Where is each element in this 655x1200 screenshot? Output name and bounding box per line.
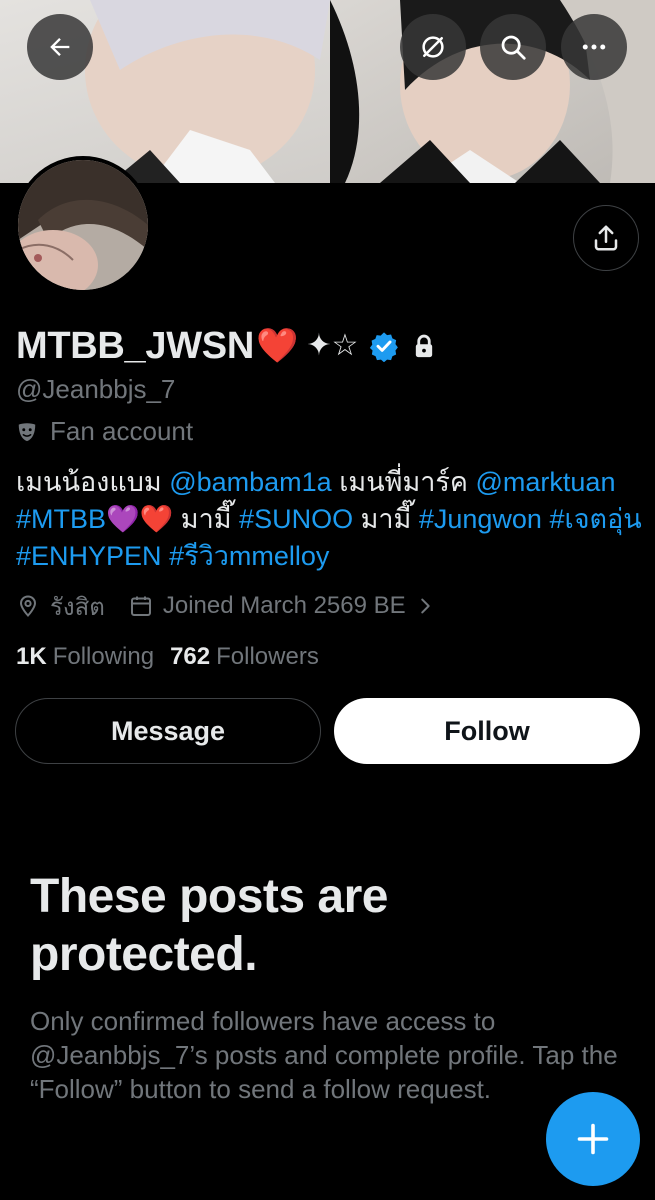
hashtag-link[interactable]: #รีวิวmmelloy bbox=[169, 541, 329, 571]
joined-label: Joined March 2569 BE bbox=[162, 592, 406, 619]
category-label: Fan account bbox=[50, 416, 194, 446]
purple-heart-emoji: 💜 bbox=[106, 504, 140, 534]
search-button[interactable] bbox=[480, 14, 546, 80]
back-button[interactable] bbox=[27, 14, 93, 80]
display-name-row: MTBB_JWSN ❤️ ✦☆ bbox=[16, 322, 438, 370]
message-button[interactable]: Message bbox=[15, 698, 321, 764]
following-count: 1K bbox=[16, 643, 47, 670]
profile-meta: รังสิต Joined March 2569 BE bbox=[16, 588, 436, 624]
hashtag-link[interactable]: #SUNOO bbox=[239, 504, 353, 534]
bio-text: เมนพี่มาร์ค bbox=[331, 467, 476, 497]
lock-icon bbox=[410, 332, 438, 360]
profile-handle: @Jeanbbjs_7 bbox=[16, 374, 176, 404]
red-heart-emoji: ❤️ bbox=[139, 504, 174, 534]
name-symbols: ✦☆ bbox=[306, 329, 359, 362]
avatar[interactable] bbox=[14, 156, 152, 294]
back-arrow-icon bbox=[50, 38, 70, 56]
name-heart-emoji: ❤️ bbox=[255, 327, 299, 365]
mask-icon bbox=[16, 421, 38, 443]
profile-bio: เมนน้องแบม @bambam1a เมนพี่มาร์ค @marktu… bbox=[16, 464, 644, 575]
mention-link[interactable]: @marktuan bbox=[476, 467, 616, 497]
avatar-image bbox=[18, 160, 148, 290]
following-stat[interactable]: 1K Following bbox=[16, 643, 154, 671]
grok-icon bbox=[422, 36, 444, 58]
profile-category: Fan account bbox=[16, 416, 193, 447]
mention-link[interactable]: @bambam1a bbox=[169, 467, 332, 497]
share-icon bbox=[594, 225, 618, 251]
bio-space bbox=[162, 541, 170, 571]
calendar-icon bbox=[130, 596, 151, 616]
hashtag-link[interactable]: #ENHYPEN bbox=[16, 541, 162, 571]
verified-badge-icon[interactable] bbox=[368, 330, 400, 362]
more-icon bbox=[582, 44, 606, 50]
protected-description: Only confirmed followers have access to … bbox=[30, 1006, 618, 1104]
chevron-right-icon bbox=[420, 598, 430, 614]
display-name: MTBB_JWSN bbox=[16, 324, 254, 367]
follow-button[interactable]: Follow bbox=[334, 698, 640, 764]
search-icon bbox=[501, 35, 526, 60]
location-label: รังสิต bbox=[50, 593, 105, 621]
grok-button[interactable] bbox=[400, 14, 466, 80]
profile-banner[interactable] bbox=[0, 0, 655, 183]
profile-stats: 1K Following 762 Followers bbox=[16, 640, 319, 674]
following-label: Following bbox=[52, 643, 155, 670]
more-button[interactable] bbox=[561, 14, 627, 80]
followers-label: Followers bbox=[216, 643, 319, 670]
joined-date[interactable]: Joined March 2569 BE bbox=[129, 592, 436, 620]
protected-title: These posts are protected. bbox=[30, 870, 388, 981]
followers-count: 762 bbox=[170, 643, 211, 670]
hashtag-link[interactable]: #MTBB bbox=[16, 504, 106, 534]
location-pin-icon bbox=[19, 595, 37, 617]
hashtag-link[interactable]: #Jungwon bbox=[419, 504, 542, 534]
bio-text: เมนน้องแบม bbox=[16, 467, 170, 497]
plus-icon bbox=[577, 1123, 609, 1155]
banner-image bbox=[0, 0, 655, 183]
followers-stat[interactable]: 762 Followers bbox=[170, 643, 319, 671]
share-button[interactable] bbox=[573, 205, 639, 271]
hashtag-link[interactable]: #เจตอุ่น bbox=[549, 504, 641, 534]
compose-button[interactable] bbox=[546, 1092, 640, 1186]
bio-text: มามี๊ bbox=[353, 504, 419, 534]
location: รังสิต bbox=[16, 587, 105, 626]
bio-text: มามี๊ bbox=[173, 504, 240, 534]
